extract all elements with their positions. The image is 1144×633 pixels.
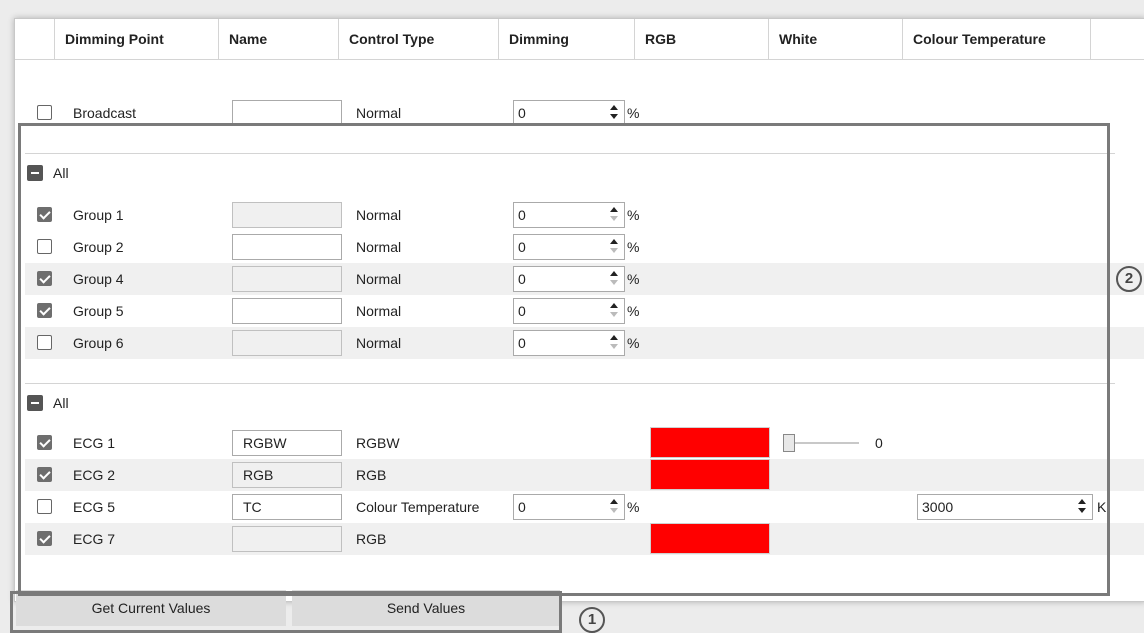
header-white[interactable]: White bbox=[769, 19, 903, 59]
header-name[interactable]: Name bbox=[219, 19, 339, 59]
header-dimming-point[interactable]: Dimming Point bbox=[55, 19, 219, 59]
header-checkbox-col bbox=[15, 19, 55, 59]
broadcast-dimming-value: 0 bbox=[518, 105, 526, 121]
callout-number-2: 2 bbox=[1116, 266, 1142, 292]
callout-box-2 bbox=[18, 123, 1110, 596]
table-header: Dimming Point Name Control Type Dimming … bbox=[15, 19, 1144, 60]
window-frame: Dimming Point Name Control Type Dimming … bbox=[0, 0, 1144, 633]
header-dimming[interactable]: Dimming bbox=[499, 19, 635, 59]
spinner-arrows-icon[interactable] bbox=[610, 105, 618, 121]
header-filler bbox=[1091, 19, 1144, 59]
header-rgb[interactable]: RGB bbox=[635, 19, 769, 59]
header-colour-temperature[interactable]: Colour Temperature bbox=[903, 19, 1091, 59]
callout-box-1 bbox=[10, 591, 562, 633]
broadcast-checkbox[interactable] bbox=[37, 105, 52, 120]
callout-number-1: 1 bbox=[579, 607, 605, 633]
header-control-type[interactable]: Control Type bbox=[339, 19, 499, 59]
